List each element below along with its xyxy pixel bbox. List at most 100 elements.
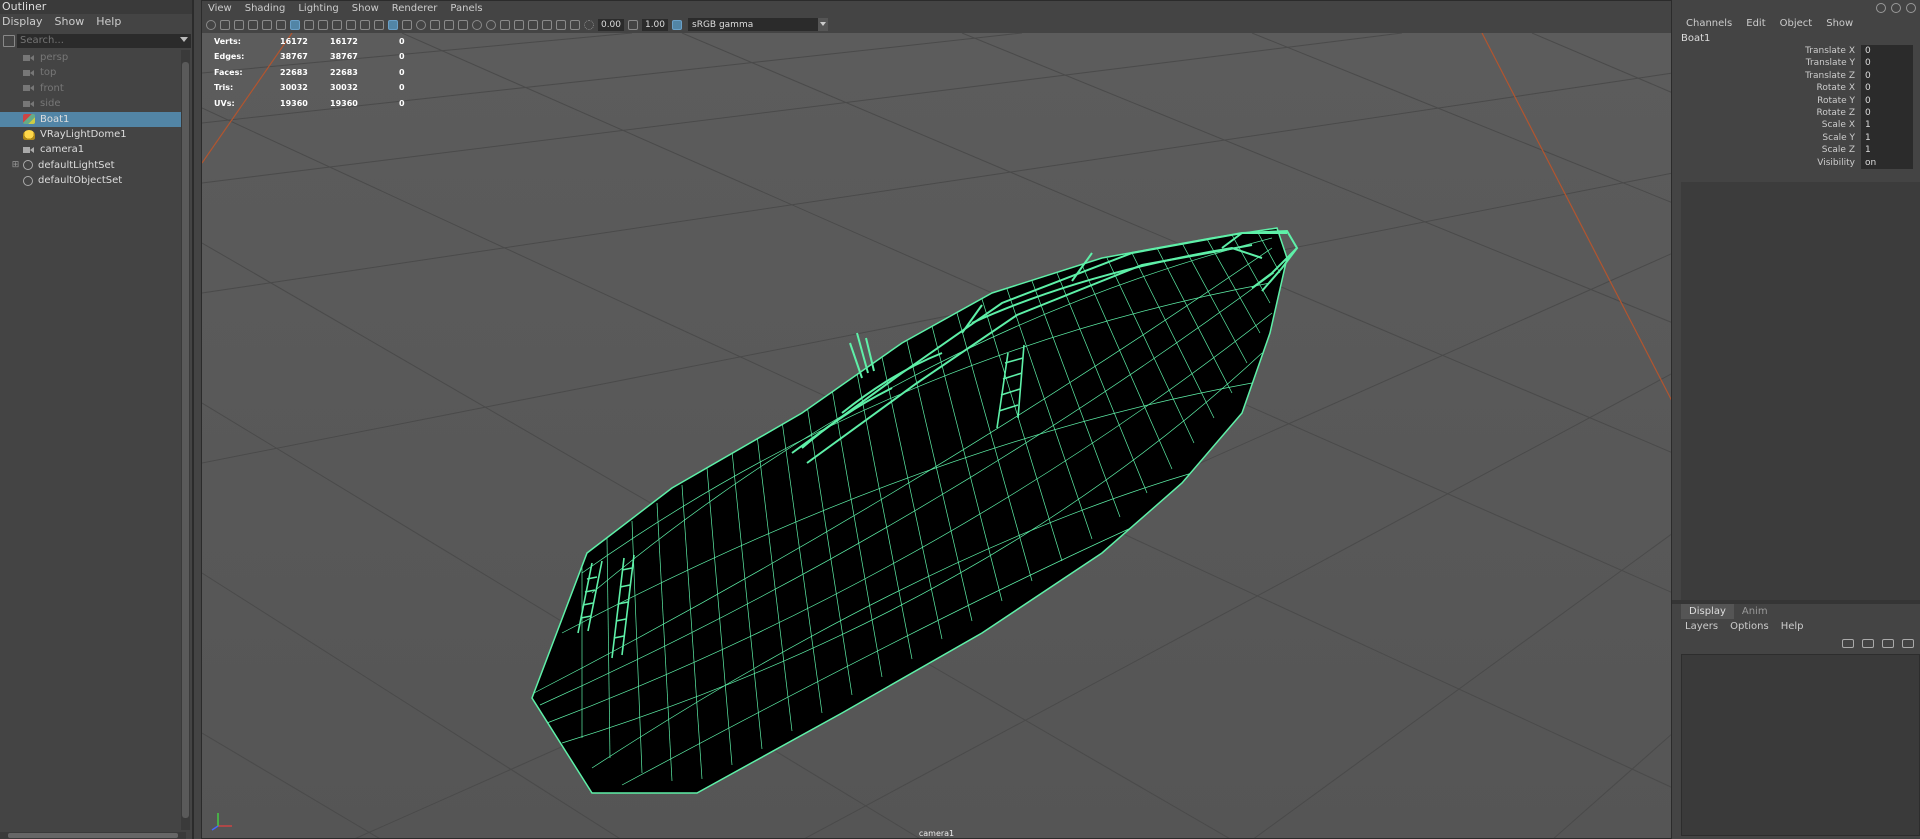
attr-value-field[interactable]: 0 bbox=[1861, 94, 1913, 107]
set-icon bbox=[23, 160, 33, 171]
move-layer-down-icon[interactable] bbox=[1862, 638, 1874, 648]
attr-value-field[interactable]: on bbox=[1861, 156, 1913, 169]
attr-rotate-y[interactable]: Rotate Y0 bbox=[1672, 94, 1920, 107]
channels-menu[interactable]: Channels bbox=[1686, 15, 1732, 32]
outliner-item-defaultlightset[interactable]: ⊞ defaultLightSet bbox=[0, 158, 184, 173]
outliner-item-boat1[interactable]: Boat1 bbox=[0, 111, 184, 127]
outliner-item-persp[interactable]: persp bbox=[0, 50, 184, 65]
image-plane-icon[interactable] bbox=[248, 19, 258, 30]
attr-visibility[interactable]: Visibility on bbox=[1672, 156, 1920, 169]
viewport-scene[interactable] bbox=[202, 33, 1672, 839]
search-dropdown-icon[interactable] bbox=[180, 37, 188, 42]
gamma-icon[interactable] bbox=[628, 19, 638, 30]
wireframe-on-shaded-icon[interactable] bbox=[430, 19, 440, 30]
tab-display[interactable]: Display bbox=[1681, 604, 1734, 619]
gamma-field[interactable]: 1.00 bbox=[642, 18, 668, 31]
color-management-icon[interactable] bbox=[672, 19, 682, 30]
attr-rotate-x[interactable]: Rotate X0 bbox=[1672, 82, 1920, 95]
motion-blur-icon[interactable] bbox=[500, 19, 510, 30]
outliner-item-top[interactable]: top bbox=[0, 65, 184, 80]
color-management-dropdown[interactable]: sRGB gamma bbox=[688, 18, 828, 31]
outliner-menu-display[interactable]: Display bbox=[0, 14, 47, 29]
outliner-vertical-scrollbar[interactable] bbox=[181, 50, 190, 830]
viewport-menu-shading[interactable]: Shading bbox=[239, 1, 293, 16]
tool-settings-icon[interactable] bbox=[1891, 2, 1901, 13]
viewport-menu-lighting[interactable]: Lighting bbox=[292, 1, 345, 16]
use-all-lights-icon[interactable] bbox=[458, 19, 468, 30]
attr-value-field[interactable]: 0 bbox=[1861, 106, 1913, 120]
filter-icon[interactable] bbox=[3, 34, 15, 47]
help-menu[interactable]: Help bbox=[1781, 619, 1804, 634]
expand-icon[interactable]: ⊞ bbox=[10, 158, 21, 173]
outliner-search-input[interactable] bbox=[17, 33, 191, 48]
new-empty-layer-icon[interactable] bbox=[1882, 638, 1894, 648]
layer-list[interactable] bbox=[1681, 654, 1920, 836]
layer-buttons bbox=[1681, 634, 1920, 652]
attr-scale-x[interactable]: Scale X1 bbox=[1672, 119, 1920, 132]
xray-joints-icon[interactable] bbox=[570, 19, 580, 30]
2d-pan-zoom-icon[interactable] bbox=[262, 19, 272, 30]
depth-of-field-icon[interactable] bbox=[528, 19, 538, 30]
field-chart-icon[interactable] bbox=[346, 19, 356, 30]
attr-rotate-z[interactable]: Rotate Z0 bbox=[1672, 106, 1920, 120]
viewport-panel[interactable]: View Shading Lighting Show Renderer Pane… bbox=[201, 0, 1672, 839]
attr-translate-y[interactable]: Translate Y0 bbox=[1672, 57, 1920, 70]
isolate-select-icon[interactable] bbox=[542, 19, 552, 30]
attr-scale-z[interactable]: Scale Z1 bbox=[1672, 144, 1920, 157]
attr-value-field[interactable]: 0 bbox=[1861, 57, 1913, 70]
grid-icon[interactable] bbox=[290, 19, 300, 30]
viewport-menu-view[interactable]: View bbox=[202, 1, 239, 16]
viewport-menu-renderer[interactable]: Renderer bbox=[386, 1, 445, 16]
attr-value-field[interactable]: 0 bbox=[1861, 82, 1913, 95]
xray-icon[interactable] bbox=[556, 19, 566, 30]
exposure-field[interactable]: 0.00 bbox=[598, 18, 624, 31]
screen-space-ao-icon[interactable] bbox=[486, 19, 496, 30]
gate-mask-icon[interactable] bbox=[332, 19, 342, 30]
attr-value-field[interactable]: 1 bbox=[1861, 131, 1913, 145]
wireframe-icon[interactable] bbox=[388, 19, 398, 30]
outliner-menu-show[interactable]: Show bbox=[53, 14, 89, 29]
film-gate-icon[interactable] bbox=[304, 19, 314, 30]
outliner-item-camera1[interactable]: camera1 bbox=[0, 142, 184, 157]
attr-value-field[interactable]: 0 bbox=[1861, 45, 1913, 58]
channel-box-icon[interactable] bbox=[1906, 2, 1916, 13]
new-layer-from-selection-icon[interactable] bbox=[1902, 638, 1914, 648]
attr-value-field[interactable]: 0 bbox=[1861, 69, 1913, 83]
hud-row-tris: Tris: 30032 30032 0 bbox=[214, 83, 405, 93]
tab-anim[interactable]: Anim bbox=[1734, 604, 1776, 619]
outliner-menu-help[interactable]: Help bbox=[94, 14, 125, 29]
safe-action-icon[interactable] bbox=[360, 19, 370, 30]
attr-value-field[interactable]: 1 bbox=[1861, 119, 1913, 132]
outliner-horizontal-scrollbar[interactable] bbox=[0, 832, 186, 839]
grease-pencil-icon[interactable] bbox=[276, 19, 286, 30]
textured-icon[interactable] bbox=[444, 19, 454, 30]
viewport-menu-panels[interactable]: Panels bbox=[444, 1, 489, 16]
outliner-item-vraylightdome1[interactable]: VRayLightDome1 bbox=[0, 127, 184, 142]
smooth-shade-icon[interactable] bbox=[402, 19, 412, 30]
attr-translate-x[interactable]: Translate X0 bbox=[1672, 45, 1920, 58]
outliner-item-defaultobjectset[interactable]: defaultObjectSet bbox=[0, 173, 184, 188]
show-menu[interactable]: Show bbox=[1826, 15, 1853, 32]
safe-title-icon[interactable] bbox=[374, 19, 384, 30]
resolution-gate-icon[interactable] bbox=[318, 19, 328, 30]
multisample-aa-icon[interactable] bbox=[514, 19, 524, 30]
attr-translate-z[interactable]: Translate Z0 bbox=[1672, 69, 1920, 83]
attr-scale-y[interactable]: Scale Y1 bbox=[1672, 131, 1920, 145]
outliner-item-front[interactable]: front bbox=[0, 81, 184, 96]
exposure-icon[interactable] bbox=[584, 19, 594, 30]
camera-icon bbox=[23, 145, 35, 155]
viewport-menu-show[interactable]: Show bbox=[346, 1, 386, 16]
options-menu[interactable]: Options bbox=[1730, 619, 1769, 634]
shadows-icon[interactable] bbox=[472, 19, 482, 30]
bookmark-icon[interactable] bbox=[234, 19, 244, 30]
layers-menu[interactable]: Layers bbox=[1685, 619, 1718, 634]
use-default-material-icon[interactable] bbox=[416, 19, 426, 30]
attribute-editor-icon[interactable] bbox=[1876, 2, 1886, 13]
camera-attributes-icon[interactable] bbox=[220, 19, 230, 30]
select-camera-icon[interactable] bbox=[206, 19, 216, 30]
outliner-item-side[interactable]: side bbox=[0, 96, 184, 111]
object-menu[interactable]: Object bbox=[1780, 15, 1813, 32]
attr-value-field[interactable]: 1 bbox=[1861, 144, 1913, 157]
move-layer-up-icon[interactable] bbox=[1842, 638, 1854, 648]
edit-menu[interactable]: Edit bbox=[1746, 15, 1765, 32]
